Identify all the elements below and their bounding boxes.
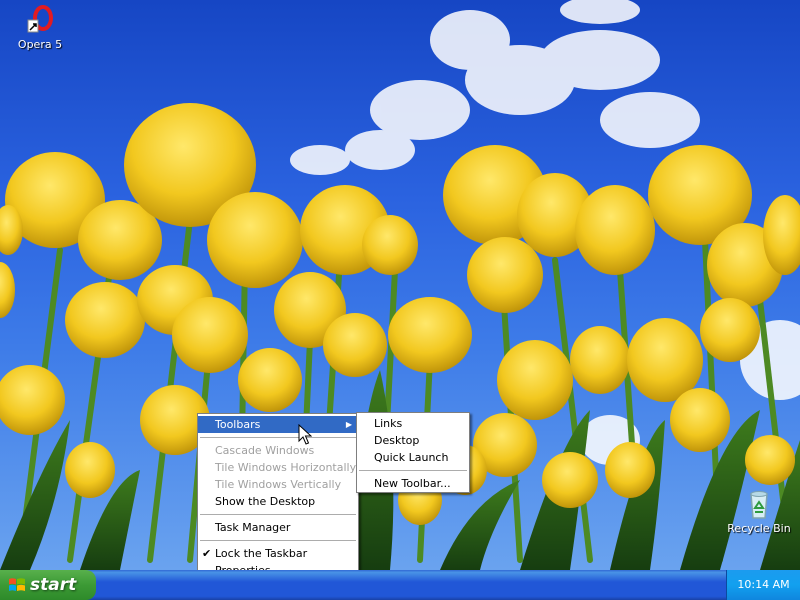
menu-item-label: Links xyxy=(374,417,403,430)
start-button[interactable]: start xyxy=(0,570,96,600)
menu-item-label: Toolbars xyxy=(215,418,261,431)
clock[interactable]: 10:14 AM xyxy=(737,578,789,591)
menu-item-label: Show the Desktop xyxy=(215,495,316,508)
opera-icon xyxy=(27,5,53,33)
desktop-icon-label: Opera 5 xyxy=(17,38,63,51)
menu-item-label: Desktop xyxy=(374,434,420,447)
menu-item-cascade-windows: Cascade Windows xyxy=(198,442,358,459)
menu-item-task-manager[interactable]: Task Manager xyxy=(198,519,358,536)
notification-area[interactable]: 10:14 AM xyxy=(726,570,800,600)
menu-item-show-desktop[interactable]: Show the Desktop xyxy=(198,493,358,510)
windows-logo-icon xyxy=(9,578,25,591)
menu-item-label: Quick Launch xyxy=(374,451,449,464)
menu-item-label: Tile Windows Horizontally xyxy=(215,461,357,474)
submenu-item-desktop[interactable]: Desktop xyxy=(357,432,469,449)
menu-item-label: New Toolbar... xyxy=(374,477,451,490)
menu-item-tile-vertically: Tile Windows Vertically xyxy=(198,476,358,493)
menu-separator xyxy=(200,540,356,541)
taskbar[interactable]: start 10:14 AM xyxy=(0,570,800,600)
menu-item-label: Lock the Taskbar xyxy=(215,547,308,560)
desktop-icon-recycle-bin[interactable]: Recycle Bin xyxy=(723,488,795,535)
start-label: start xyxy=(30,575,77,595)
desktop-icon-label: Recycle Bin xyxy=(727,522,791,535)
menu-item-label: Task Manager xyxy=(215,521,291,534)
taskbar-context-menu: Toolbars ▶ Cascade Windows Tile Windows … xyxy=(197,413,359,578)
menu-item-lock-taskbar[interactable]: ✔ Lock the Taskbar xyxy=(198,545,358,562)
menu-item-toolbars[interactable]: Toolbars ▶ xyxy=(198,416,358,433)
menu-item-label: Tile Windows Vertically xyxy=(215,478,342,491)
menu-separator xyxy=(200,514,356,515)
mouse-pointer-icon xyxy=(298,424,312,445)
menu-separator xyxy=(359,470,467,471)
recycle-bin-icon xyxy=(750,491,768,519)
submenu-item-links[interactable]: Links xyxy=(357,415,469,432)
menu-item-tile-horizontally: Tile Windows Horizontally xyxy=(198,459,358,476)
submenu-arrow-icon: ▶ xyxy=(345,420,352,429)
toolbars-submenu: Links Desktop Quick Launch New Toolbar..… xyxy=(356,412,470,493)
submenu-item-new-toolbar[interactable]: New Toolbar... xyxy=(357,475,469,492)
submenu-item-quick-launch[interactable]: Quick Launch xyxy=(357,449,469,466)
desktop-icon-opera[interactable]: Opera 5 xyxy=(4,4,76,51)
menu-separator xyxy=(200,437,356,438)
checkmark-icon: ✔ xyxy=(202,547,212,560)
